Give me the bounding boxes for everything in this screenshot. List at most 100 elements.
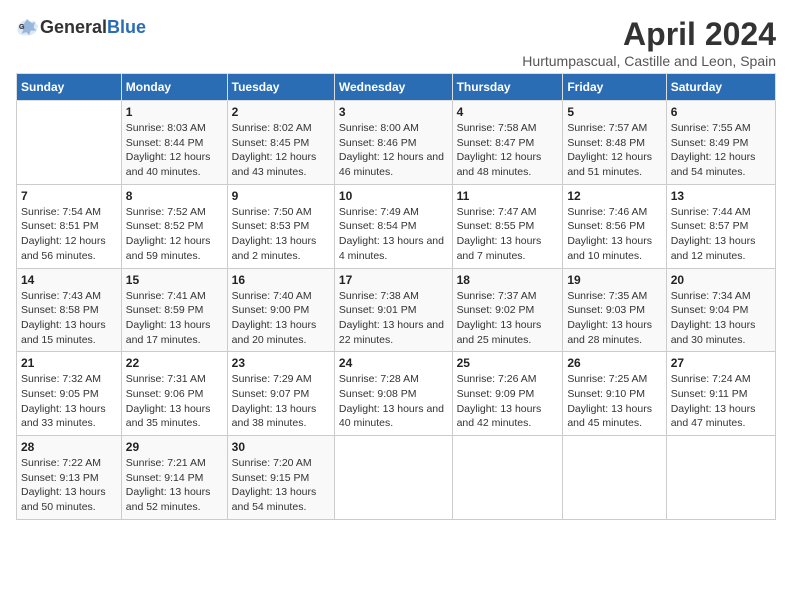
- weekday-header-saturday: Saturday: [666, 74, 775, 101]
- day-number: 11: [457, 189, 559, 203]
- day-info: Sunrise: 7:52 AMSunset: 8:52 PMDaylight:…: [126, 205, 223, 264]
- calendar-cell: 25 Sunrise: 7:26 AMSunset: 9:09 PMDayligh…: [452, 352, 563, 436]
- day-info: Sunrise: 7:21 AMSunset: 9:14 PMDaylight:…: [126, 456, 223, 515]
- calendar-cell: 23Sunrise: 7:29 AMSunset: 9:07 PMDayligh…: [227, 352, 334, 436]
- day-info: Sunrise: 7:31 AMSunset: 9:06 PMDaylight:…: [126, 372, 223, 431]
- main-title: April 2024: [522, 16, 776, 53]
- weekday-header-sunday: Sunday: [17, 74, 122, 101]
- weekday-header-wednesday: Wednesday: [334, 74, 452, 101]
- day-info: Sunrise: 7:35 AMSunset: 9:03 PMDaylight:…: [567, 289, 661, 348]
- day-number: 22: [126, 356, 223, 370]
- calendar-cell: 8Sunrise: 7:52 AMSunset: 8:52 PMDaylight…: [121, 184, 227, 268]
- calendar-cell: 13 Sunrise: 7:44 AMSunset: 8:57 PMDayligh…: [666, 184, 775, 268]
- weekday-header-friday: Friday: [563, 74, 666, 101]
- day-info: Sunrise: 7:28 AMSunset: 9:08 PMDaylight:…: [339, 372, 448, 431]
- calendar-cell: [452, 436, 563, 520]
- calendar-cell: [666, 436, 775, 520]
- calendar-cell: 20 Sunrise: 7:34 AMSunset: 9:04 PMDayligh…: [666, 268, 775, 352]
- day-info: Sunrise: 7:49 AMSunset: 8:54 PMDaylight:…: [339, 205, 448, 264]
- calendar-cell: 9 Sunrise: 7:50 AMSunset: 8:53 PMDaylight…: [227, 184, 334, 268]
- calendar-cell: 10 Sunrise: 7:49 AMSunset: 8:54 PMDayligh…: [334, 184, 452, 268]
- calendar-cell: 14Sunrise: 7:43 AMSunset: 8:58 PMDayligh…: [17, 268, 122, 352]
- day-info: Sunrise: 8:00 AMSunset: 8:46 PMDaylight:…: [339, 121, 448, 180]
- calendar-cell: 18Sunrise: 7:37 AMSunset: 9:02 PMDayligh…: [452, 268, 563, 352]
- calendar-cell: 11 Sunrise: 7:47 AMSunset: 8:55 PMDayligh…: [452, 184, 563, 268]
- day-number: 14: [21, 273, 117, 287]
- title-block: April 2024 Hurtumpascual, Castille and L…: [522, 16, 776, 69]
- day-number: 5: [567, 105, 661, 119]
- day-info: Sunrise: 7:24 AMSunset: 9:11 PMDaylight:…: [671, 372, 771, 431]
- day-number: 15: [126, 273, 223, 287]
- calendar-week-row: 1 Sunrise: 8:03 AMSunset: 8:44 PMDaylight…: [17, 101, 776, 185]
- calendar-cell: 1 Sunrise: 8:03 AMSunset: 8:44 PMDaylight…: [121, 101, 227, 185]
- calendar-cell: 6 Sunrise: 7:55 AMSunset: 8:49 PMDaylight…: [666, 101, 775, 185]
- day-info: Sunrise: 7:40 AMSunset: 9:00 PMDaylight:…: [232, 289, 330, 348]
- day-info: Sunrise: 7:22 AMSunset: 9:13 PMDaylight:…: [21, 456, 117, 515]
- calendar-week-row: 7Sunrise: 7:54 AMSunset: 8:51 PMDaylight…: [17, 184, 776, 268]
- day-number: 20: [671, 273, 771, 287]
- calendar-cell: 4 Sunrise: 7:58 AMSunset: 8:47 PMDaylight…: [452, 101, 563, 185]
- day-info: Sunrise: 7:29 AMSunset: 9:07 PMDaylight:…: [232, 372, 330, 431]
- calendar-header-row: SundayMondayTuesdayWednesdayThursdayFrid…: [17, 74, 776, 101]
- calendar-cell: 30 Sunrise: 7:20 AMSunset: 9:15 PMDayligh…: [227, 436, 334, 520]
- day-info: Sunrise: 7:50 AMSunset: 8:53 PMDaylight:…: [232, 205, 330, 264]
- day-info: Sunrise: 7:34 AMSunset: 9:04 PMDaylight:…: [671, 289, 771, 348]
- day-number: 28: [21, 440, 117, 454]
- day-number: 17: [339, 273, 448, 287]
- day-number: 30: [232, 440, 330, 454]
- day-number: 2: [232, 105, 330, 119]
- day-info: Sunrise: 7:26 AMSunset: 9:09 PMDaylight:…: [457, 372, 559, 431]
- weekday-header-tuesday: Tuesday: [227, 74, 334, 101]
- day-info: Sunrise: 7:54 AMSunset: 8:51 PMDaylight:…: [21, 205, 117, 264]
- day-number: 1: [126, 105, 223, 119]
- day-number: 25: [457, 356, 559, 370]
- weekday-header-monday: Monday: [121, 74, 227, 101]
- day-info: Sunrise: 7:20 AMSunset: 9:15 PMDaylight:…: [232, 456, 330, 515]
- calendar-cell: [17, 101, 122, 185]
- calendar-cell: 21 Sunrise: 7:32 AMSunset: 9:05 PMDayligh…: [17, 352, 122, 436]
- day-info: Sunrise: 8:03 AMSunset: 8:44 PMDaylight:…: [126, 121, 223, 180]
- logo-text-blue: Blue: [107, 17, 146, 38]
- day-number: 29: [126, 440, 223, 454]
- day-info: Sunrise: 7:46 AMSunset: 8:56 PMDaylight:…: [567, 205, 661, 264]
- day-number: 10: [339, 189, 448, 203]
- day-number: 19: [567, 273, 661, 287]
- logo-icon: G: [16, 16, 38, 38]
- weekday-header-thursday: Thursday: [452, 74, 563, 101]
- day-info: Sunrise: 7:38 AMSunset: 9:01 PMDaylight:…: [339, 289, 448, 348]
- calendar-table: SundayMondayTuesdayWednesdayThursdayFrid…: [16, 73, 776, 520]
- day-number: 24: [339, 356, 448, 370]
- day-number: 3: [339, 105, 448, 119]
- day-info: Sunrise: 7:32 AMSunset: 9:05 PMDaylight:…: [21, 372, 117, 431]
- day-number: 6: [671, 105, 771, 119]
- day-number: 9: [232, 189, 330, 203]
- day-info: Sunrise: 7:44 AMSunset: 8:57 PMDaylight:…: [671, 205, 771, 264]
- calendar-cell: 17 Sunrise: 7:38 AMSunset: 9:01 PMDayligh…: [334, 268, 452, 352]
- svg-text:G: G: [19, 22, 25, 31]
- calendar-cell: 3 Sunrise: 8:00 AMSunset: 8:46 PMDaylight…: [334, 101, 452, 185]
- day-number: 4: [457, 105, 559, 119]
- day-number: 13: [671, 189, 771, 203]
- calendar-cell: 19 Sunrise: 7:35 AMSunset: 9:03 PMDayligh…: [563, 268, 666, 352]
- calendar-cell: 5 Sunrise: 7:57 AMSunset: 8:48 PMDaylight…: [563, 101, 666, 185]
- calendar-cell: 2Sunrise: 8:02 AMSunset: 8:45 PMDaylight…: [227, 101, 334, 185]
- day-info: Sunrise: 7:57 AMSunset: 8:48 PMDaylight:…: [567, 121, 661, 180]
- day-info: Sunrise: 7:25 AMSunset: 9:10 PMDaylight:…: [567, 372, 661, 431]
- calendar-cell: 16Sunrise: 7:40 AMSunset: 9:00 PMDayligh…: [227, 268, 334, 352]
- day-number: 26: [567, 356, 661, 370]
- calendar-cell: 7Sunrise: 7:54 AMSunset: 8:51 PMDaylight…: [17, 184, 122, 268]
- calendar-cell: 15Sunrise: 7:41 AMSunset: 8:59 PMDayligh…: [121, 268, 227, 352]
- page-header: G GeneralBlue April 2024 Hurtumpascual, …: [16, 16, 776, 69]
- calendar-cell: 12Sunrise: 7:46 AMSunset: 8:56 PMDayligh…: [563, 184, 666, 268]
- day-number: 21: [21, 356, 117, 370]
- calendar-cell: 29 Sunrise: 7:21 AMSunset: 9:14 PMDayligh…: [121, 436, 227, 520]
- day-info: Sunrise: 7:58 AMSunset: 8:47 PMDaylight:…: [457, 121, 559, 180]
- logo: G GeneralBlue: [16, 16, 146, 38]
- sub-title: Hurtumpascual, Castille and Leon, Spain: [522, 53, 776, 69]
- calendar-cell: 22 Sunrise: 7:31 AMSunset: 9:06 PMDayligh…: [121, 352, 227, 436]
- calendar-week-row: 21 Sunrise: 7:32 AMSunset: 9:05 PMDayligh…: [17, 352, 776, 436]
- day-info: Sunrise: 7:55 AMSunset: 8:49 PMDaylight:…: [671, 121, 771, 180]
- day-number: 18: [457, 273, 559, 287]
- day-info: Sunrise: 7:47 AMSunset: 8:55 PMDaylight:…: [457, 205, 559, 264]
- calendar-cell: 27Sunrise: 7:24 AMSunset: 9:11 PMDayligh…: [666, 352, 775, 436]
